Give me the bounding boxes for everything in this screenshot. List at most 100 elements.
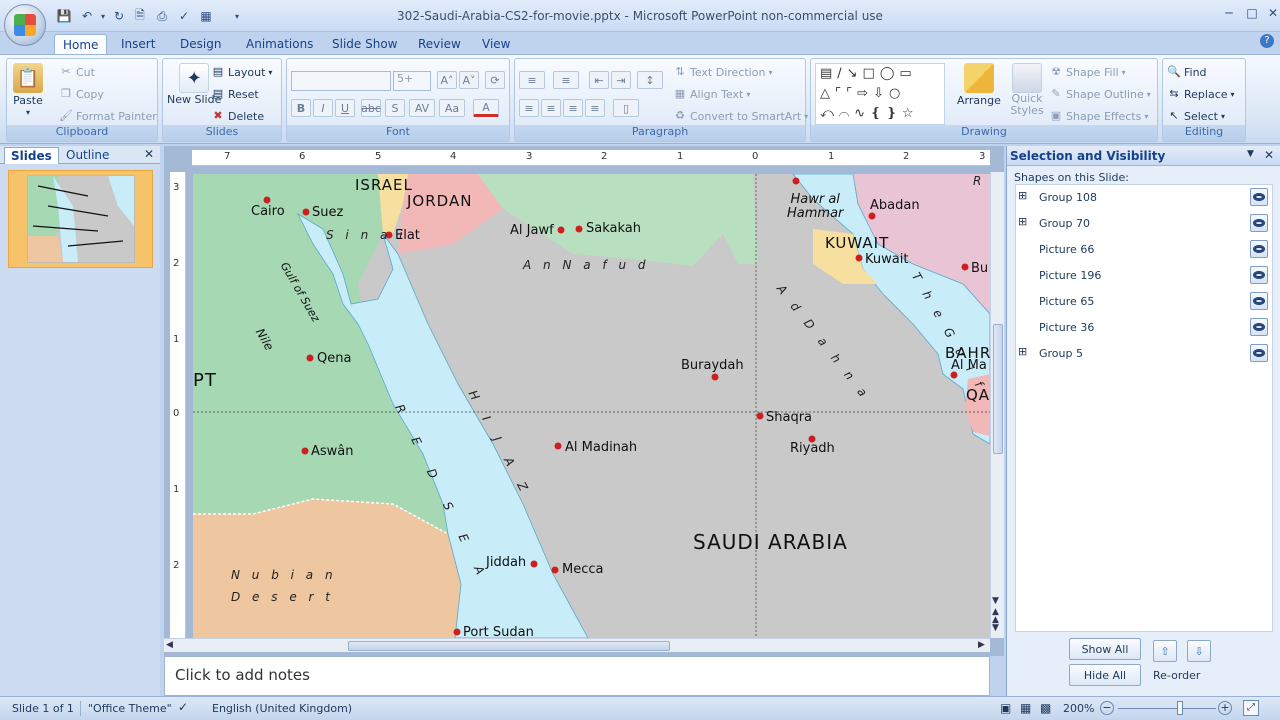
convert-smartart-button[interactable]: ♻ Convert to SmartArt ▾: [673, 109, 808, 123]
grow-font-icon[interactable]: A˄: [437, 71, 457, 89]
horizontal-scrollbar[interactable]: ◀ ▶: [164, 638, 990, 652]
tab-home[interactable]: Home: [54, 34, 108, 56]
zoom-level[interactable]: 200%: [1063, 702, 1094, 715]
eye-icon[interactable]: [1250, 266, 1268, 284]
previous-slide-icon[interactable]: ▲ ▲: [992, 608, 999, 625]
maximize-icon[interactable]: □: [1241, 4, 1263, 22]
cut-button[interactable]: ✂ Cut: [59, 65, 95, 79]
save-icon[interactable]: 💾: [55, 8, 73, 24]
tab-insert[interactable]: Insert: [113, 34, 163, 56]
numbering-icon[interactable]: ≡: [553, 71, 579, 89]
scroll-right-icon[interactable]: ▶: [978, 640, 985, 650]
increase-indent-icon[interactable]: ⇥: [611, 71, 631, 89]
eye-icon[interactable]: [1250, 318, 1268, 336]
text-direction-button[interactable]: ⇅ Text Direction ▾: [673, 65, 772, 79]
shape-row[interactable]: ⊞ Group 5: [1016, 341, 1272, 367]
close-selection-pane-icon[interactable]: ✕: [1264, 148, 1274, 162]
language-status[interactable]: English (United Kingdom): [212, 702, 352, 715]
shape-row[interactable]: Picture 66: [1016, 237, 1272, 263]
change-case-icon[interactable]: Aa: [439, 99, 465, 117]
columns-icon[interactable]: ▯: [613, 99, 639, 117]
slide-canvas[interactable]: ISRAEL JORDAN Cairo Suez S i n a i Elat …: [193, 174, 990, 638]
redo-icon[interactable]: ↻: [110, 8, 128, 24]
qat-more-icon[interactable]: ▾: [228, 8, 246, 24]
eye-icon[interactable]: [1250, 188, 1268, 206]
paste-button[interactable]: 📋 Paste ▾: [13, 63, 43, 117]
align-text-button[interactable]: ▦ Align Text ▾: [673, 87, 751, 101]
move-up-icon[interactable]: ⇧: [1153, 640, 1177, 662]
reset-button[interactable]: ▤ Reset: [211, 87, 259, 101]
eye-icon[interactable]: [1250, 344, 1268, 362]
zoom-out-icon[interactable]: −: [1100, 701, 1114, 715]
tab-outline[interactable]: Outline: [60, 147, 115, 164]
tab-review[interactable]: Review: [410, 34, 469, 56]
scroll-down-icon[interactable]: ▼: [992, 596, 999, 606]
eye-icon[interactable]: [1250, 214, 1268, 232]
slide-sorter-icon[interactable]: ▦: [1020, 701, 1031, 715]
font-size-combo[interactable]: 5+: [393, 71, 431, 91]
strikethrough-icon[interactable]: abc: [361, 99, 381, 117]
align-right-icon[interactable]: ≡: [563, 99, 583, 117]
tab-animations[interactable]: Animations: [238, 34, 321, 56]
spellcheck-icon[interactable]: ✓: [178, 700, 188, 714]
bullets-icon[interactable]: ≡: [519, 71, 545, 89]
select-button[interactable]: ↖ Select ▾: [1167, 109, 1225, 123]
zoom-slider-track[interactable]: [1118, 708, 1216, 709]
scroll-left-icon[interactable]: ◀: [166, 640, 173, 650]
vertical-scroll-thumb[interactable]: [993, 324, 1003, 454]
spelling-icon[interactable]: ✓: [175, 8, 193, 24]
close-pane-icon[interactable]: ✕: [144, 147, 154, 161]
shape-effects-button[interactable]: ▣ Shape Effects ▾: [1049, 109, 1149, 123]
underline-icon[interactable]: U: [335, 99, 355, 117]
theme-status[interactable]: "Office Theme": [88, 702, 172, 715]
customize-icon[interactable]: ▦: [197, 8, 215, 24]
shape-row[interactable]: Picture 196: [1016, 263, 1272, 289]
line-spacing-icon[interactable]: ↕: [637, 71, 663, 89]
shadow-icon[interactable]: S: [385, 99, 405, 117]
replace-button[interactable]: ⇆ Replace ▾: [1167, 87, 1234, 101]
vertical-scrollbar[interactable]: ▼ ▲ ▲ ▼: [990, 172, 1004, 638]
eye-icon[interactable]: [1250, 240, 1268, 258]
tab-design[interactable]: Design: [172, 34, 229, 56]
zoom-slider-thumb[interactable]: [1177, 701, 1183, 715]
quick-styles-button[interactable]: Quick Styles: [1007, 63, 1047, 117]
close-icon[interactable]: ✕: [1262, 4, 1280, 22]
print-preview-icon[interactable]: 🗎: [131, 8, 149, 24]
shape-row[interactable]: ⊞ Group 70: [1016, 211, 1272, 237]
bold-icon[interactable]: B: [291, 99, 311, 117]
expand-icon[interactable]: ⊞: [1018, 189, 1027, 202]
slide-show-icon[interactable]: ▩: [1040, 701, 1051, 715]
tab-slides[interactable]: Slides: [4, 147, 59, 164]
normal-view-icon[interactable]: ▣: [1000, 701, 1011, 715]
minimize-icon[interactable]: ─: [1218, 4, 1240, 22]
shape-row[interactable]: ⊞ Group 108: [1016, 185, 1272, 211]
tab-slide-show[interactable]: Slide Show: [324, 34, 405, 56]
justify-icon[interactable]: ≡: [585, 99, 605, 117]
font-name-combo[interactable]: [291, 71, 391, 91]
shape-row[interactable]: Picture 36: [1016, 315, 1272, 341]
pane-options-icon[interactable]: ▼: [1247, 149, 1254, 159]
shrink-font-icon[interactable]: A˅: [459, 71, 479, 89]
decrease-indent-icon[interactable]: ⇤: [589, 71, 609, 89]
expand-icon[interactable]: ⊞: [1018, 345, 1027, 358]
help-icon[interactable]: ?: [1260, 34, 1274, 48]
horizontal-scroll-thumb[interactable]: [348, 641, 670, 651]
align-left-icon[interactable]: ≡: [519, 99, 539, 117]
expand-icon[interactable]: ⊞: [1018, 215, 1027, 228]
slide-thumbnail[interactable]: [8, 170, 153, 268]
delete-button[interactable]: ✖ Delete: [211, 109, 264, 123]
font-color-icon[interactable]: A: [473, 99, 499, 117]
zoom-in-icon[interactable]: +: [1218, 701, 1232, 715]
move-down-icon[interactable]: ⇩: [1187, 640, 1211, 662]
shape-row[interactable]: Picture 65: [1016, 289, 1272, 315]
fit-to-window-icon[interactable]: ⤢: [1243, 700, 1259, 716]
show-all-button[interactable]: Show All: [1069, 638, 1141, 660]
align-center-icon[interactable]: ≡: [541, 99, 561, 117]
copy-button[interactable]: ❐ Copy: [59, 87, 104, 101]
tab-view[interactable]: View: [474, 34, 518, 56]
find-button[interactable]: 🔍 Find: [1167, 65, 1206, 79]
shapes-gallery[interactable]: ▤∕↘□◯▭ △⌜⌜⇨⇩○ ⤺⌒∿❴❵☆: [815, 63, 945, 125]
next-slide-icon[interactable]: ▼: [992, 624, 999, 633]
arrange-button[interactable]: Arrange: [957, 63, 1001, 107]
italic-icon[interactable]: I: [313, 99, 333, 117]
